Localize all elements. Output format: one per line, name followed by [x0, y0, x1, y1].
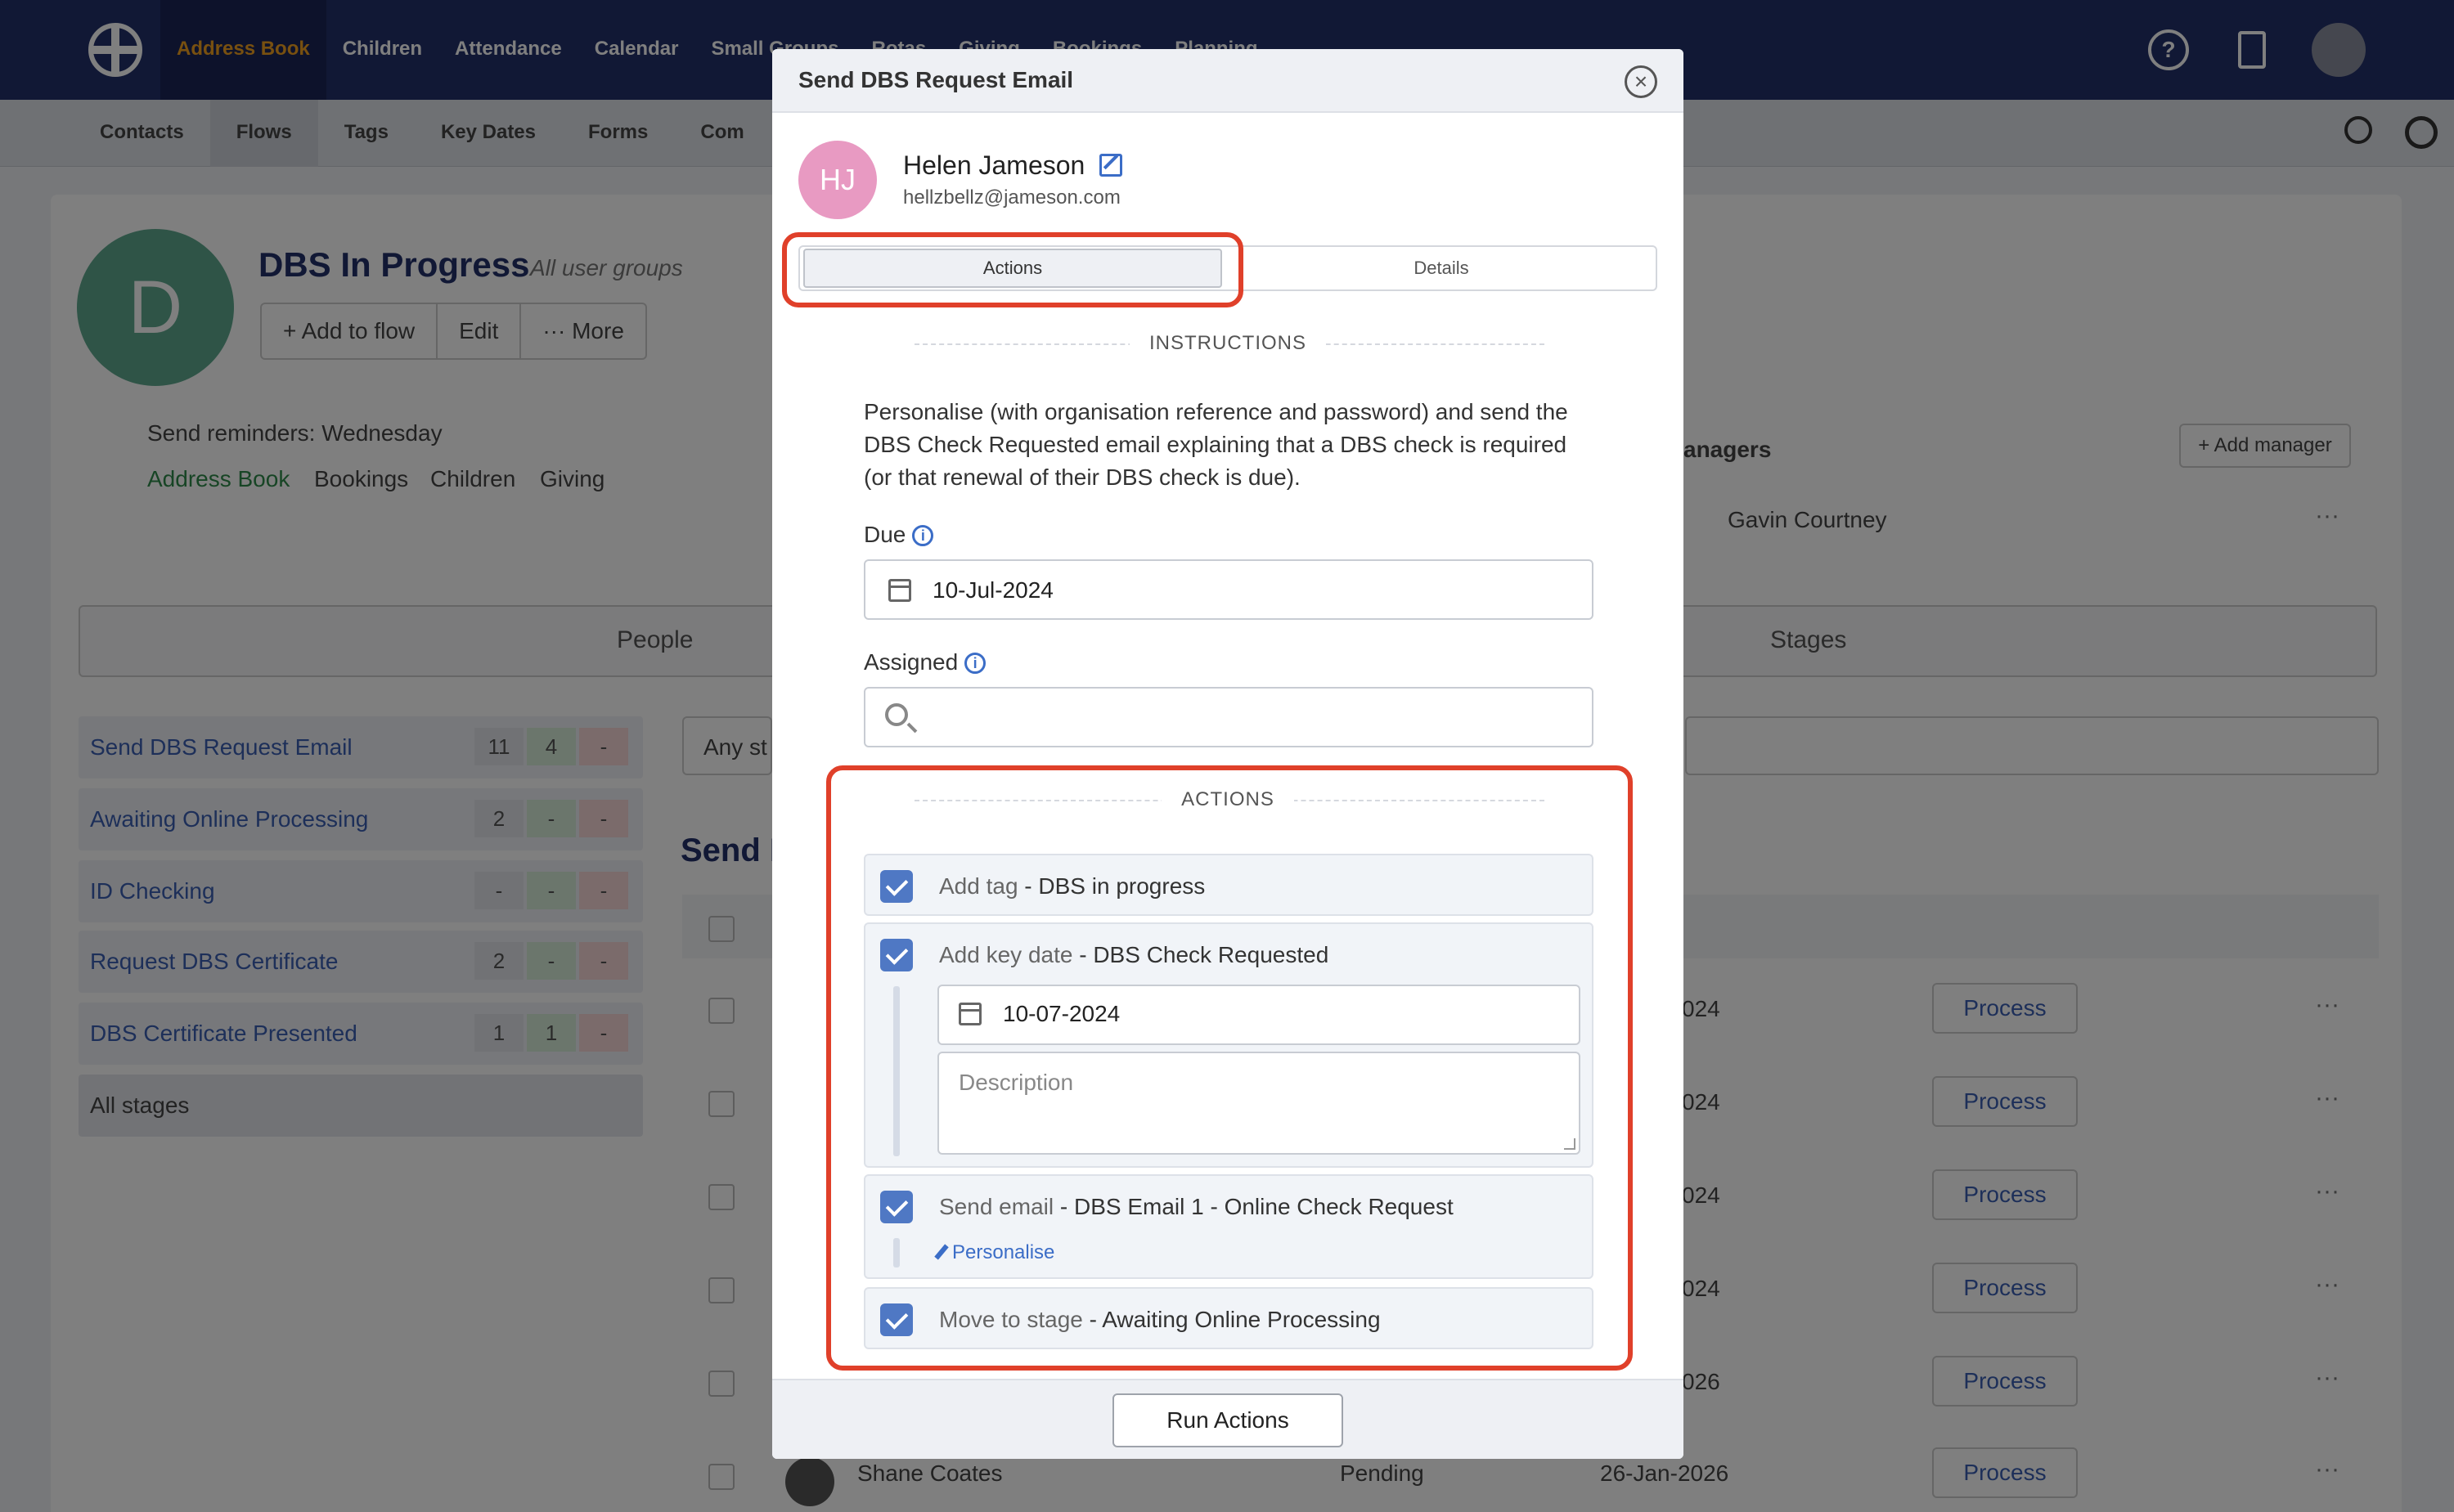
move-to-stage-label: Move to stage - Awaiting Online Processi…: [939, 1307, 1381, 1332]
instructions-text: Personalise (with organisation reference…: [864, 399, 1568, 490]
key-date-input[interactable]: 10-07-2024: [937, 985, 1580, 1045]
move-to-stage-checkbox[interactable]: [880, 1303, 913, 1336]
person-email: hellzbellz@jameson.com: [903, 186, 1121, 209]
due-date-input[interactable]: 10-Jul-2024: [864, 559, 1593, 620]
personalise-link[interactable]: Personalise: [934, 1241, 1054, 1264]
tab-details[interactable]: Details: [1227, 247, 1656, 289]
send-dbs-request-modal: Send DBS Request Email × HJ Helen Jameso…: [772, 49, 1683, 1459]
search-icon: [885, 703, 908, 726]
action-add-key-date: Add key date - DBS Check Requested 10-07…: [864, 922, 1593, 1168]
person-avatar: HJ: [798, 141, 877, 219]
action-add-tag: Add tag - DBS in progress: [864, 854, 1593, 916]
indent-bar: [893, 986, 900, 1156]
assigned-label: Assigned i: [864, 649, 987, 675]
close-icon[interactable]: ×: [1625, 65, 1657, 98]
key-date-value: 10-07-2024: [1003, 1001, 1121, 1026]
actions-heading: ACTIONS: [772, 788, 1683, 811]
calendar-icon: [888, 579, 911, 602]
resize-handle-icon[interactable]: [1564, 1138, 1575, 1150]
pencil-icon: [934, 1244, 949, 1260]
info-icon[interactable]: i: [964, 653, 987, 674]
add-key-date-label: Add key date - DBS Check Requested: [939, 942, 1329, 967]
calendar-icon: [959, 1003, 982, 1025]
due-date-value: 10-Jul-2024: [933, 577, 1054, 603]
description-placeholder: Description: [959, 1070, 1074, 1095]
add-tag-checkbox[interactable]: [880, 870, 913, 903]
modal-title: Send DBS Request Email: [798, 67, 1074, 92]
add-key-date-checkbox[interactable]: [880, 939, 913, 971]
tabs-highlight: [782, 232, 1243, 307]
info-icon[interactable]: i: [912, 525, 934, 546]
instructions-heading: INSTRUCTIONS: [772, 332, 1683, 355]
assigned-search-input[interactable]: [864, 687, 1593, 747]
send-email-checkbox[interactable]: [880, 1191, 913, 1223]
due-label: Due i: [864, 522, 934, 548]
send-email-label: Send email - DBS Email 1 - Online Check …: [939, 1194, 1454, 1219]
add-tag-label: Add tag - DBS in progress: [939, 873, 1206, 899]
modal-footer: Run Actions: [772, 1379, 1683, 1459]
action-send-email: Send email - DBS Email 1 - Online Check …: [864, 1174, 1593, 1279]
external-edit-icon[interactable]: [1099, 154, 1122, 177]
action-move-to-stage: Move to stage - Awaiting Online Processi…: [864, 1287, 1593, 1349]
person-name: Helen Jameson: [903, 150, 1085, 180]
modal-header: Send DBS Request Email ×: [772, 49, 1683, 113]
description-textarea[interactable]: Description: [937, 1052, 1580, 1155]
run-actions-button[interactable]: Run Actions: [1112, 1393, 1343, 1447]
indent-bar: [893, 1238, 900, 1267]
